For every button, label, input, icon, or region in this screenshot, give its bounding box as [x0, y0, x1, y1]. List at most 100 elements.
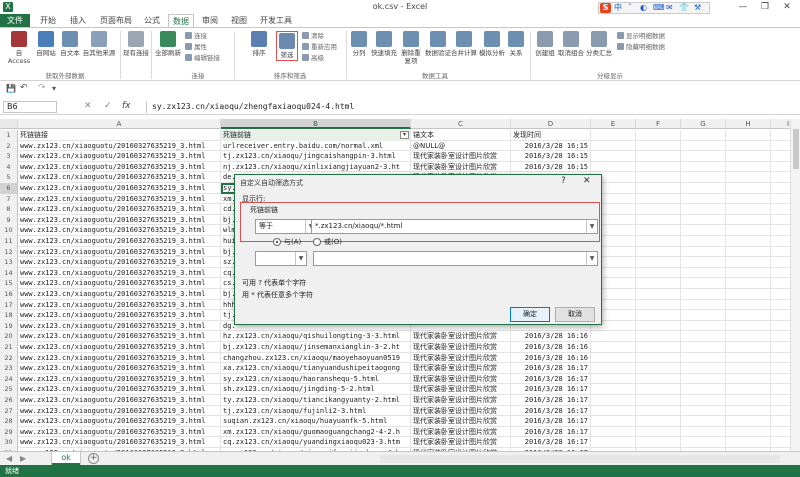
cell-c-22[interactable]: 现代家装卧室设计图片欣赏 [411, 352, 511, 364]
cell-empty[interactable] [726, 214, 771, 226]
cell-a-11[interactable]: www.zx123.cn/xiaoguotu/20160327635219_3.… [18, 236, 221, 247]
cell-empty[interactable] [726, 299, 771, 311]
cell-empty[interactable] [726, 161, 771, 173]
row-header[interactable]: 24 [0, 373, 18, 385]
cell-empty[interactable] [636, 214, 681, 226]
and-radio[interactable] [273, 238, 281, 246]
cell-empty[interactable] [636, 331, 681, 342]
cell-empty[interactable] [726, 395, 771, 406]
cell-empty[interactable] [726, 151, 771, 162]
cell-empty[interactable] [771, 130, 790, 141]
cell-empty[interactable] [726, 352, 771, 364]
cell-b-4[interactable]: nj.zx123.cn/xiaoqu/xinlixiangjiayuan2-3.… [221, 161, 411, 173]
vertical-scrollbar[interactable] [790, 119, 800, 454]
cell-empty[interactable] [726, 257, 771, 268]
cell-empty[interactable] [591, 130, 636, 141]
cell-a-4[interactable]: www.zx123.cn/xiaoguotu/20160327635219_3.… [18, 161, 221, 173]
cell-empty[interactable] [726, 236, 771, 247]
cell-empty[interactable] [681, 395, 726, 406]
cell-c-24[interactable]: 现代家装卧室设计图片欣赏 [411, 373, 511, 385]
cell-empty[interactable] [771, 183, 790, 194]
tab-home[interactable]: 开始 [36, 14, 60, 28]
ime-toolbar[interactable]: S 中 ˇ ◐ ⌨ ✉ 👕 ⚒ [598, 2, 710, 14]
column-header-f[interactable]: F [636, 119, 681, 129]
cell-empty[interactable] [771, 257, 790, 268]
cell-a-13[interactable]: www.zx123.cn/xiaoguotu/20160327635219_3.… [18, 257, 221, 268]
cell-empty[interactable] [726, 320, 771, 332]
cell-empty[interactable] [636, 289, 681, 300]
cell-empty[interactable] [726, 384, 771, 395]
cell-d-3[interactable]: 2016/3/28 16:15 [511, 151, 591, 162]
cell-empty[interactable] [771, 236, 790, 247]
advanced-button[interactable]: 高级 [302, 54, 324, 62]
cell-d-25[interactable]: 2016/3/28 16:17 [511, 384, 591, 395]
cell-d-22[interactable]: 2016/3/28 16:16 [511, 352, 591, 364]
cell-c-21[interactable]: 现代家装卧室设计图片欣赏 [411, 342, 511, 353]
cell-d-1[interactable]: 发现时间 [511, 130, 591, 141]
cell-a-21[interactable]: www.zx123.cn/xiaoguotu/20160327635219_3.… [18, 342, 221, 353]
dialog-help-button[interactable]: ? [561, 176, 566, 186]
row-header[interactable]: 14 [0, 267, 18, 279]
cell-empty[interactable] [591, 140, 636, 152]
cell-empty[interactable] [636, 405, 681, 417]
cell-empty[interactable] [681, 363, 726, 374]
cancel-button[interactable]: 取消 [555, 307, 595, 322]
cell-a-17[interactable]: www.zx123.cn/xiaoguotu/20160327635219_3.… [18, 299, 221, 311]
row-header[interactable]: 17 [0, 299, 18, 311]
cell-empty[interactable] [681, 426, 726, 438]
row-header[interactable]: 21 [0, 342, 18, 353]
cell-a-29[interactable]: www.zx123.cn/xiaoguotu/20160327635219_3.… [18, 426, 221, 438]
add-sheet-button[interactable]: + [88, 453, 99, 464]
filter-button[interactable]: 筛选 [276, 31, 298, 61]
cell-empty[interactable] [681, 204, 726, 215]
cell-empty[interactable] [771, 310, 790, 321]
flash-fill-button[interactable]: 快速填充 [370, 31, 398, 57]
cell-empty[interactable] [726, 278, 771, 289]
cell-b-28[interactable]: suqian.zx123.cn/xiaoqu/huayuanfk-5.html [221, 416, 411, 427]
cell-empty[interactable] [726, 342, 771, 353]
cell-empty[interactable] [591, 384, 636, 395]
row-header[interactable]: 8 [0, 204, 18, 215]
cell-empty[interactable] [591, 426, 636, 438]
cell-empty[interactable] [771, 331, 790, 342]
cell-empty[interactable] [681, 267, 726, 279]
cell-empty[interactable] [636, 416, 681, 427]
cell-d-21[interactable]: 2016/3/28 16:16 [511, 342, 591, 353]
cell-empty[interactable] [681, 183, 726, 194]
column-header-d[interactable]: D [511, 119, 591, 129]
cell-empty[interactable] [636, 183, 681, 194]
cell-c-29[interactable]: 现代家装卧室设计图片欣赏 [411, 426, 511, 438]
column-header-i[interactable]: I [771, 119, 790, 129]
cell-empty[interactable] [591, 331, 636, 342]
undo-icon[interactable]: ↶ [20, 83, 28, 93]
row-header[interactable]: 28 [0, 416, 18, 427]
cancel-icon[interactable]: ✕ [84, 101, 92, 111]
cell-a-23[interactable]: www.zx123.cn/xiaoguotu/20160327635219_3.… [18, 363, 221, 374]
clear-button[interactable]: 清除 [302, 32, 324, 40]
cell-empty[interactable] [726, 193, 771, 205]
cell-empty[interactable] [771, 141, 790, 152]
cell-empty[interactable] [771, 406, 790, 417]
cell-empty[interactable] [636, 172, 681, 183]
column-header-c[interactable]: C [411, 119, 511, 129]
row-header[interactable]: 27 [0, 405, 18, 417]
cell-b-26[interactable]: ty.zx123.cn/xiaoqu/tiancikangyuanty-2.ht… [221, 395, 411, 406]
row-header[interactable]: 3 [0, 151, 18, 162]
edit-links-button[interactable]: 编辑链接 [185, 54, 220, 62]
cell-empty[interactable] [591, 363, 636, 374]
cell-d-20[interactable]: 2016/3/28 16:16 [511, 331, 591, 342]
cell-c-30[interactable]: 现代家装卧室设计图片欣赏 [411, 437, 511, 448]
text-to-columns-button[interactable]: 分列 [350, 31, 368, 57]
cell-empty[interactable] [681, 246, 726, 258]
relationships-button[interactable]: 关系 [507, 31, 525, 57]
cell-a-2[interactable]: www.zx123.cn/xiaoguotu/20160327635219_3.… [18, 140, 221, 152]
column-header-g[interactable]: G [681, 119, 726, 129]
cell-empty[interactable] [726, 267, 771, 279]
cell-a-18[interactable]: www.zx123.cn/xiaoguotu/20160327635219_3.… [18, 310, 221, 321]
cell-empty[interactable] [681, 236, 726, 247]
cell-empty[interactable] [681, 299, 726, 311]
cell-a-28[interactable]: www.zx123.cn/xiaoguotu/20160327635219_3.… [18, 416, 221, 427]
row-header[interactable]: 26 [0, 395, 18, 406]
ime-mail-icon[interactable]: ✉ [666, 3, 673, 13]
row-header[interactable]: 7 [0, 193, 18, 205]
